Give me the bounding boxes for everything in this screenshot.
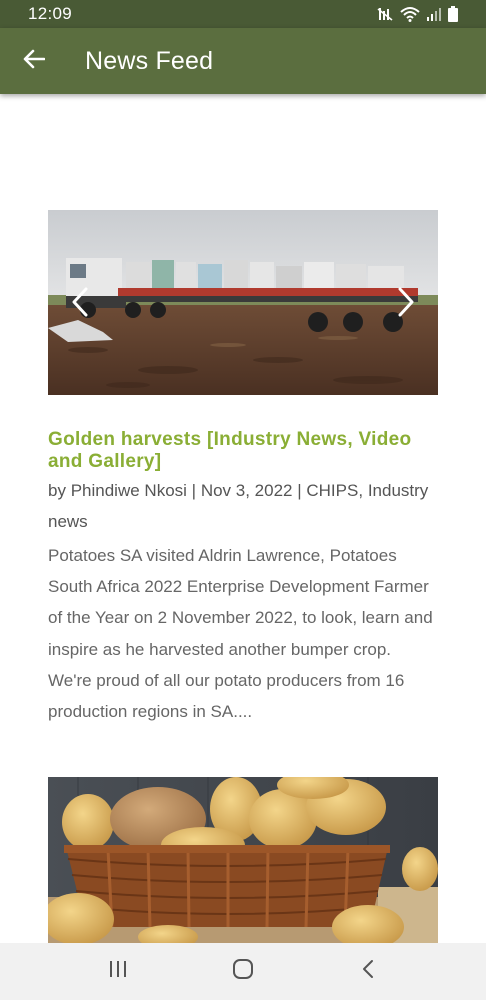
chevron-right-icon xyxy=(397,287,415,322)
status-time: 12:09 xyxy=(28,4,73,23)
potato-basket-image xyxy=(48,777,438,943)
signal-icon xyxy=(427,7,441,21)
chevron-left-icon xyxy=(71,287,89,322)
arrow-left-icon xyxy=(23,49,46,74)
post-title[interactable]: Golden harvests [Industry News, Video an… xyxy=(48,429,438,473)
recent-apps-button[interactable] xyxy=(88,947,148,997)
post-excerpt: Potatoes SA visited Aldrin Lawrence, Pot… xyxy=(48,546,433,722)
post-image[interactable] xyxy=(48,777,438,943)
recent-apps-icon xyxy=(108,960,128,983)
status-bar: 12:09 xyxy=(0,0,486,28)
post-meta: by Phindiwe Nkosi | Nov 3, 2022 | CHIPS,… xyxy=(48,475,438,537)
system-back-button[interactable] xyxy=(338,947,398,997)
post-image-carousel[interactable] xyxy=(48,210,438,395)
carousel-prev-button[interactable] xyxy=(62,286,98,322)
post-category-link-chips[interactable]: CHIPS xyxy=(306,481,358,500)
post-date: Nov 3, 2022 xyxy=(200,481,293,500)
news-feed-list[interactable]: Golden harvests [Industry News, Video an… xyxy=(0,94,486,943)
back-button[interactable] xyxy=(0,28,68,94)
status-icons xyxy=(377,6,458,22)
battery-icon xyxy=(448,6,458,22)
wifi-icon xyxy=(400,6,420,22)
meta-comma: , xyxy=(358,481,364,500)
meta-separator: | xyxy=(186,481,201,500)
page-title: News Feed xyxy=(85,46,214,75)
app-bar: News Feed xyxy=(0,28,486,94)
post-author-link[interactable]: Phindiwe Nkosi xyxy=(71,481,187,500)
post-by-label: by xyxy=(48,481,66,500)
carousel-next-button[interactable] xyxy=(388,286,424,322)
mute-icon xyxy=(377,6,393,22)
harvest-truck-image xyxy=(48,210,438,395)
home-icon xyxy=(232,958,254,985)
back-icon xyxy=(361,959,375,984)
system-nav-bar xyxy=(0,943,486,1000)
home-button[interactable] xyxy=(213,947,273,997)
meta-separator: | xyxy=(292,481,307,500)
